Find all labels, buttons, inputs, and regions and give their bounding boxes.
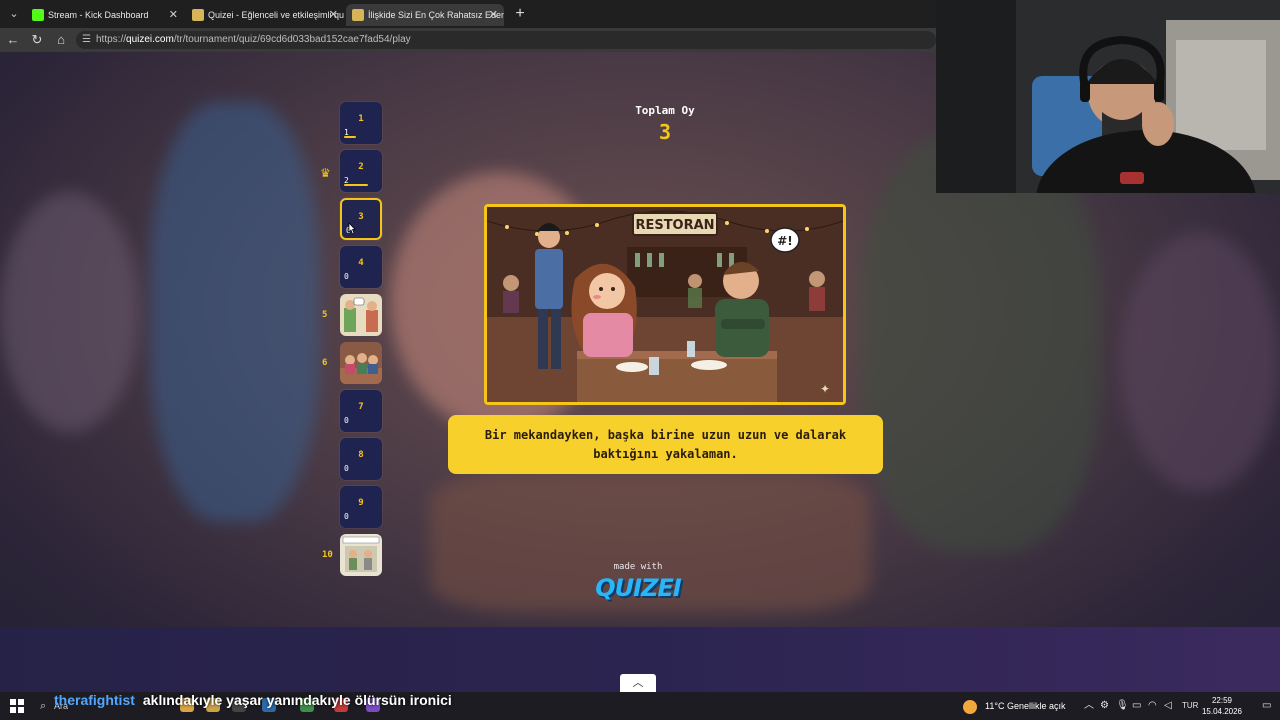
- background-figure: [0, 192, 140, 432]
- taskbar-clock[interactable]: 22:59 15.04.2026: [1200, 695, 1244, 717]
- home-icon[interactable]: ⌂: [51, 30, 71, 50]
- question-card[interactable]: Bir mekandayken, başka birine uzun uzun …: [448, 415, 883, 474]
- stream-chat-overlay: therafightist aklındakıyle yaşar yanındak…: [54, 692, 452, 710]
- wifi-icon[interactable]: ◠: [1148, 696, 1157, 716]
- round-number: 4: [358, 258, 364, 268]
- url-host: quizei.com: [126, 34, 174, 45]
- round-8-button[interactable]: 8 0: [340, 438, 382, 480]
- round-7-button[interactable]: 7 0: [340, 390, 382, 432]
- round-thumbnail-image: [340, 294, 382, 336]
- restaurant-scene-image: RESTORAN #! ✦: [487, 207, 843, 402]
- round-number: 3: [358, 212, 364, 222]
- weather-text: 11°C Genellikle açık: [985, 701, 1066, 711]
- webcam-feed-image: [936, 0, 1280, 193]
- webcam-overlay: [936, 0, 1280, 193]
- url-prefix: https://: [96, 34, 127, 45]
- notification-icon[interactable]: ▭: [1262, 696, 1271, 716]
- round-4-button[interactable]: 4 0: [340, 246, 382, 288]
- question-text: Bir mekandayken, başka birine uzun uzun …: [484, 428, 847, 461]
- round-number: 8: [358, 450, 364, 460]
- round-9-button[interactable]: 9 0: [340, 486, 382, 528]
- sparkle-icon: ✦: [820, 382, 830, 396]
- quizei-logo[interactable]: QUIZEI: [588, 574, 688, 602]
- round-1-button[interactable]: 1 1: [340, 102, 382, 144]
- restaurant-sign-text: RESTORAN: [635, 218, 714, 233]
- tab-quiz-play[interactable]: İlişkide Sizi En Çok Rahatsız Eden D ✕: [346, 4, 504, 26]
- round-vote-bar: [344, 136, 356, 138]
- round-thumbnail-image: [340, 342, 382, 384]
- search-icon: ⌕: [40, 700, 47, 712]
- crown-icon: ♛: [320, 166, 331, 180]
- tab-list-chevron-icon[interactable]: ⌄: [4, 4, 24, 24]
- round-3-button[interactable]: 3 0: [340, 198, 382, 240]
- question-illustration: RESTORAN #! ✦: [484, 204, 846, 405]
- new-tab-plus-icon[interactable]: +: [510, 4, 530, 24]
- total-votes-count: 3: [658, 120, 672, 144]
- network-icon[interactable]: ⚙: [1100, 696, 1109, 716]
- round-vote-bar: [344, 184, 368, 186]
- round-thumbnail-image: [340, 534, 382, 576]
- round-number: 2: [358, 162, 364, 172]
- round-number: 6: [322, 358, 328, 368]
- close-tab-icon[interactable]: ✕: [329, 4, 338, 26]
- input-language[interactable]: TUR: [1182, 696, 1198, 716]
- round-number: 1: [358, 114, 364, 124]
- quizei-favicon-icon: [192, 9, 204, 21]
- chat-message: aklındakıyle yaşar yanındakıyle ölürsün …: [142, 692, 452, 708]
- round-10-thumbnail[interactable]: [340, 534, 382, 576]
- round-vote-count: 0: [344, 464, 349, 473]
- round-vote-count: 0: [344, 416, 349, 425]
- site-settings-icon[interactable]: ☰: [82, 31, 91, 49]
- weather-icon: [963, 700, 977, 714]
- quizei-logo-text: QUIZEI: [595, 574, 682, 602]
- quizei-favicon-icon: [352, 9, 364, 21]
- round-vote-count: 0: [344, 512, 349, 521]
- made-with-label: made with: [613, 562, 663, 572]
- chat-username: therafightist: [54, 692, 135, 708]
- microphone-icon[interactable]: 🎙: [1116, 696, 1129, 716]
- round-2-button[interactable]: 2 2: [340, 150, 382, 192]
- windows-start-icon[interactable]: [10, 699, 24, 713]
- background-figure: [150, 102, 320, 522]
- address-bar[interactable]: ☰ https://quizei.com/tr/tournament/quiz/…: [76, 31, 936, 49]
- tab-title: Quizei - Eğlenceli ve etkileşimli qu: [208, 10, 344, 20]
- round-6-thumbnail[interactable]: [340, 342, 382, 384]
- clock-time: 22:59: [1211, 696, 1233, 705]
- round-number: 10: [322, 550, 333, 560]
- kick-favicon-icon: [32, 9, 44, 21]
- round-number: 9: [358, 498, 364, 508]
- volume-icon[interactable]: ◁: [1164, 696, 1172, 716]
- weather-widget[interactable]: 11°C Genellikle açık: [963, 696, 1065, 716]
- round-number: 7: [358, 402, 364, 412]
- tab-quizei-home[interactable]: Quizei - Eğlenceli ve etkileşimli qu ✕: [186, 4, 344, 26]
- reload-icon[interactable]: ↻: [27, 30, 47, 50]
- round-number: 5: [322, 310, 328, 320]
- url-path: /tr/tournament/quiz/69cd6d033bad152cae7f…: [173, 34, 411, 45]
- angry-bubble-text: #!: [777, 234, 793, 248]
- tab-title: Stream - Kick Dashboard: [48, 10, 149, 20]
- tab-kick-dashboard[interactable]: Stream - Kick Dashboard ✕: [26, 4, 184, 26]
- mouse-cursor-icon: [348, 222, 356, 235]
- monitor-icon[interactable]: ▭: [1132, 696, 1141, 716]
- back-arrow-icon[interactable]: ←: [3, 30, 23, 50]
- background-figure: [1120, 232, 1280, 492]
- show-hidden-icons-chevron-icon[interactable]: ︿: [1084, 696, 1094, 716]
- close-tab-icon[interactable]: ✕: [489, 4, 498, 26]
- tab-title: İlişkide Sizi En Çok Rahatsız Eden D: [368, 10, 504, 20]
- round-vote-count: 0: [344, 272, 349, 281]
- total-votes-label: Toplam Oy: [635, 104, 695, 117]
- round-5-thumbnail[interactable]: [340, 294, 382, 336]
- scroll-up-chevron-icon[interactable]: ︿: [620, 674, 656, 692]
- background-figure: [860, 132, 1100, 552]
- clock-date: 15.04.2026: [1201, 707, 1243, 716]
- close-tab-icon[interactable]: ✕: [169, 4, 178, 26]
